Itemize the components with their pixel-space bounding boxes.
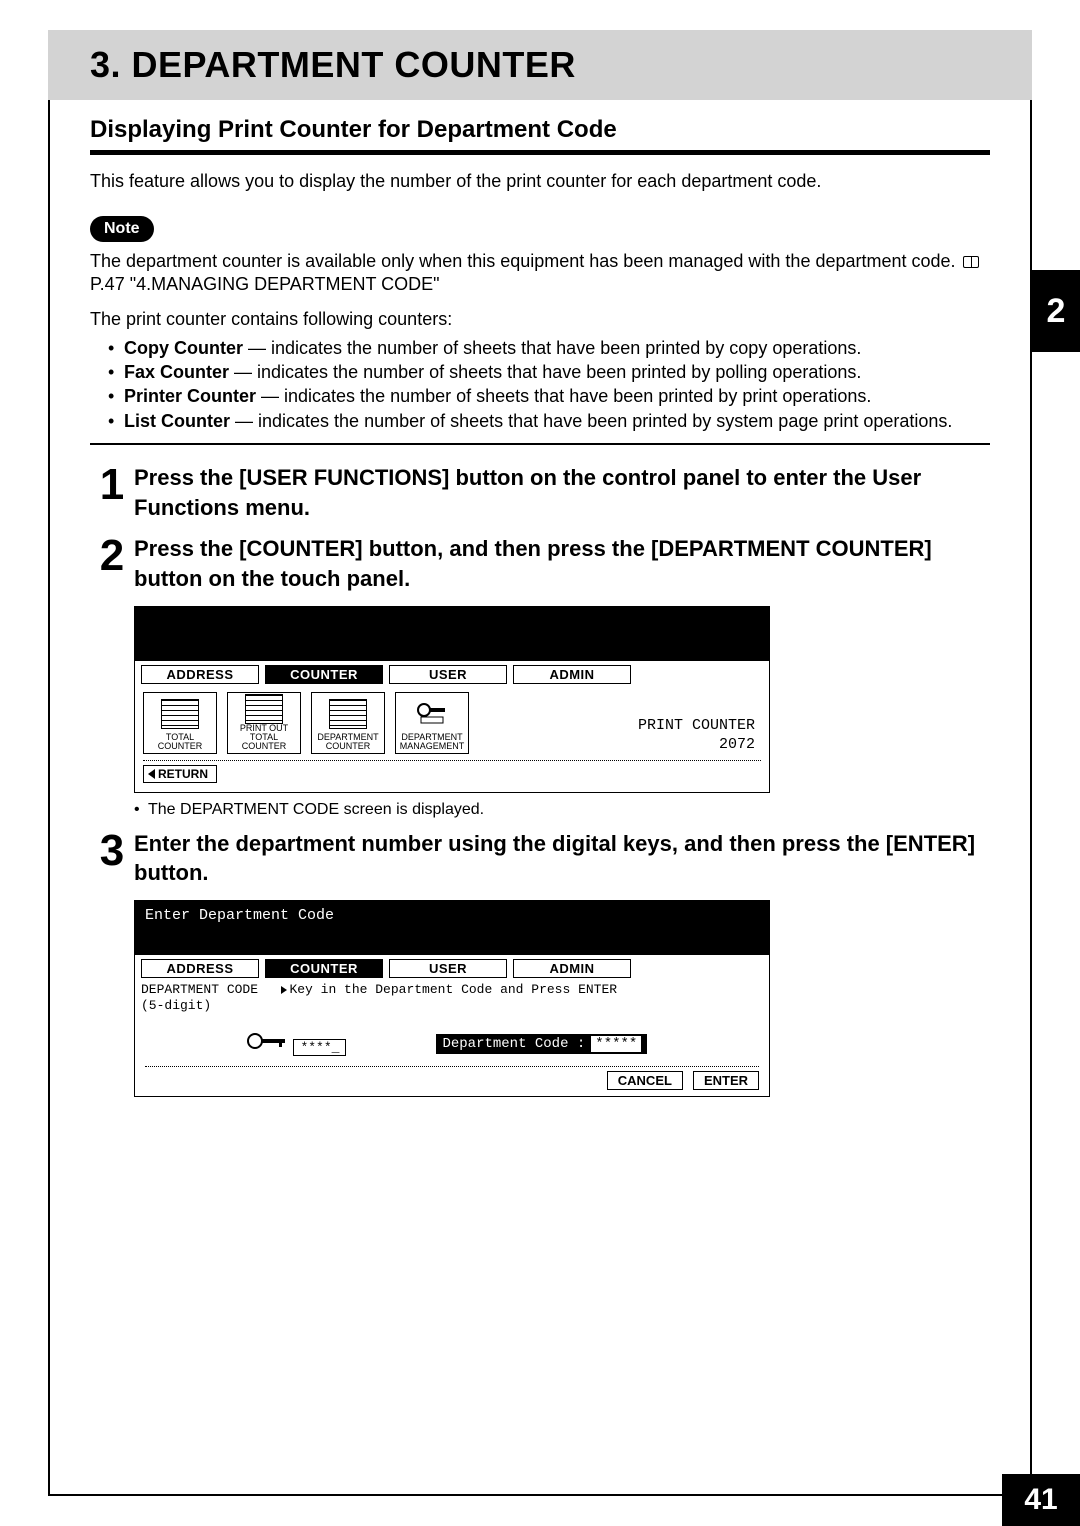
chapter-thumb-tab: 2 [1032, 270, 1080, 352]
page-number: 41 [1002, 1474, 1080, 1526]
step-2: 2 Press the [COUNTER] button, and then p… [90, 534, 990, 593]
counter-desc: — indicates the number of sheets that ha… [243, 338, 861, 358]
cancel-button[interactable]: CANCEL [607, 1071, 683, 1090]
step-3: 3 Enter the department number using the … [90, 829, 990, 888]
counter-desc: — indicates the number of sheets that ha… [230, 411, 952, 431]
step-text: Press the [COUNTER] button, and then pre… [134, 534, 990, 593]
tab-counter[interactable]: COUNTER [265, 959, 383, 978]
step-2-sub: The DEPARTMENT CODE screen is displayed. [134, 801, 990, 819]
tab-counter[interactable]: COUNTER [265, 665, 383, 684]
bottom-button-row: CANCEL ENTER [135, 1067, 769, 1096]
counter-name: Fax Counter [124, 362, 229, 382]
doc-icon [146, 695, 214, 733]
note-text-a: The department counter is available only… [90, 251, 961, 271]
page-content: Displaying Print Counter for Department … [90, 116, 990, 1105]
tab-admin[interactable]: ADMIN [513, 665, 631, 684]
department-management-button[interactable]: DEPARTMENT MANAGEMENT [395, 692, 469, 754]
section-subtitle: Displaying Print Counter for Department … [90, 116, 990, 144]
step-1: 1 Press the [USER FUNCTIONS] button on t… [90, 463, 990, 522]
screen-header [135, 607, 769, 661]
screen-header: Enter Department Code [135, 901, 769, 955]
screen-body: TOTAL COUNTER PRINT OUT TOTAL COUNTER DE… [135, 684, 769, 792]
tab-address[interactable]: ADDRESS [141, 665, 259, 684]
counter-name: Printer Counter [124, 386, 256, 406]
key-icon [245, 1031, 289, 1051]
dept-hint-c: (5-digit) [141, 998, 211, 1013]
doc-icon [314, 695, 382, 733]
dotted-divider [143, 760, 761, 761]
counter-name: List Counter [124, 411, 230, 431]
counter-name: Copy Counter [124, 338, 243, 358]
note-text-b: P.47 "4.MANAGING DEPARTMENT CODE" [90, 274, 440, 294]
mid-row: ****_ Department Code : ***** [135, 1013, 769, 1066]
counter-desc: — indicates the number of sheets that ha… [229, 362, 861, 382]
list-item: List Counter — indicates the number of s… [108, 409, 990, 433]
tab-address[interactable]: ADDRESS [141, 959, 259, 978]
return-button[interactable]: RETURN [143, 765, 217, 783]
dept-hint-a: DEPARTMENT CODE [141, 982, 258, 997]
step-text: Press the [USER FUNCTIONS] button on the… [134, 463, 990, 522]
counter-desc: — indicates the number of sheets that ha… [256, 386, 871, 406]
printout-total-counter-button[interactable]: PRINT OUT TOTAL COUNTER [227, 692, 301, 754]
dept-hint-b: Key in the Department Code and Press ENT… [289, 982, 617, 997]
department-counter-button[interactable]: DEPARTMENT COUNTER [311, 692, 385, 754]
step-number: 1 [90, 463, 134, 522]
touch-panel-screen-1: ADDRESS COUNTER USER ADMIN TOTAL COUNTER… [134, 606, 770, 793]
intro-text: This feature allows you to display the n… [90, 171, 990, 192]
print-counter-label: PRINT COUNTER [638, 716, 755, 736]
arrow-right-icon [281, 986, 287, 994]
fn-label: TOTAL COUNTER [146, 733, 214, 751]
step-number: 3 [90, 829, 134, 888]
fn-label: DEPARTMENT COUNTER [314, 733, 382, 751]
dept-code-display: Department Code : ***** [436, 1034, 647, 1054]
rule-thin [90, 443, 990, 445]
rule-thick [90, 150, 990, 155]
book-icon [963, 256, 979, 268]
list-item: Fax Counter — indicates the number of sh… [108, 360, 990, 384]
chapter-title: 3. DEPARTMENT COUNTER [90, 44, 576, 86]
counter-list: Copy Counter — indicates the number of s… [90, 336, 990, 433]
note-text: The department counter is available only… [90, 250, 990, 297]
tab-user[interactable]: USER [389, 665, 507, 684]
fn-label: PRINT OUT TOTAL COUNTER [230, 724, 298, 751]
key-input-group: ****_ [245, 1031, 346, 1056]
touch-panel-screen-2: Enter Department Code ADDRESS COUNTER US… [134, 900, 770, 1097]
step-text: Enter the department number using the di… [134, 829, 990, 888]
fn-label: DEPARTMENT MANAGEMENT [398, 733, 466, 751]
tab-user[interactable]: USER [389, 959, 507, 978]
counter-intro: The print counter contains following cou… [90, 309, 990, 330]
list-item: Printer Counter — indicates the number o… [108, 384, 990, 408]
tab-admin[interactable]: ADMIN [513, 959, 631, 978]
doc-icon [230, 694, 298, 724]
dept-code-value: ***** [591, 1036, 641, 1052]
dept-hint-line: DEPARTMENT CODE Key in the Department Co… [135, 978, 769, 1013]
key-icon [398, 695, 466, 733]
step-number: 2 [90, 534, 134, 593]
tab-row: ADDRESS COUNTER USER ADMIN [135, 661, 769, 684]
print-counter-value: 2072 [638, 735, 755, 755]
total-counter-button[interactable]: TOTAL COUNTER [143, 692, 217, 754]
dept-code-label: Department Code : [442, 1036, 585, 1052]
screen-header-text: Enter Department Code [145, 907, 334, 924]
enter-button[interactable]: ENTER [693, 1071, 759, 1090]
chapter-title-bar: 3. DEPARTMENT COUNTER [48, 30, 1032, 100]
code-entry-box[interactable]: ****_ [293, 1039, 346, 1056]
note-badge: Note [90, 216, 154, 242]
tab-row: ADDRESS COUNTER USER ADMIN [135, 955, 769, 978]
list-item: Copy Counter — indicates the number of s… [108, 336, 990, 360]
print-counter-readout: PRINT COUNTER 2072 [638, 716, 755, 755]
